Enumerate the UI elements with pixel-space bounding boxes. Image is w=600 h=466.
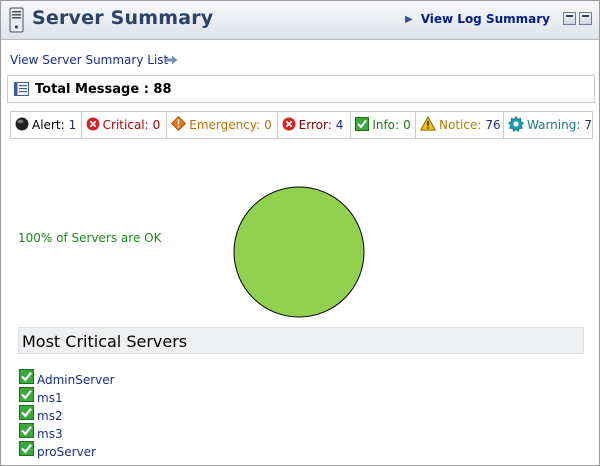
view-log-summary-link[interactable]: ▶ View Log Summary — [405, 12, 550, 26]
panel-header: Server Summary ▶ View Log Summary — [1, 1, 599, 40]
servers-ok-text: 100% of Servers are OK — [18, 231, 162, 245]
notice-icon — [419, 115, 437, 134]
maximize-button[interactable] — [579, 12, 592, 25]
server-link-ms2[interactable]: ms2 — [37, 409, 63, 423]
count-warning[interactable]: Warning: 7 — [504, 112, 592, 138]
list-icon — [14, 82, 29, 99]
server-link-ms1[interactable]: ms1 — [37, 391, 63, 405]
check-icon — [19, 423, 34, 441]
count-notice-value: 76 — [485, 118, 501, 132]
count-info-value: 0 — [403, 118, 411, 132]
minimize-button[interactable] — [563, 12, 576, 25]
view-server-summary-list-link[interactable]: View Server Summary List — [10, 53, 168, 67]
total-message-box: Total Message : 88 — [7, 75, 595, 103]
count-notice[interactable]: Notice: 76 — [416, 112, 504, 138]
count-critical-value: 0 — [152, 118, 161, 132]
count-critical-label: Critical: — [102, 118, 149, 132]
emergency-icon — [171, 115, 187, 134]
count-info[interactable]: Info: 0 — [351, 112, 416, 138]
check-icon — [19, 441, 34, 459]
check-icon — [19, 369, 34, 387]
page-title: Server Summary — [32, 7, 214, 29]
count-alert-label: Alert: — [32, 118, 65, 132]
pie-slice-ok — [233, 186, 365, 318]
error-icon — [282, 117, 296, 134]
count-error-value: 4 — [335, 118, 344, 132]
count-critical[interactable]: Critical: 0 — [82, 112, 168, 138]
arrow-right-icon[interactable] — [166, 54, 178, 68]
count-info-label: Info: — [372, 118, 400, 132]
count-emergency-value: 0 — [264, 118, 272, 132]
server-icon — [8, 7, 26, 36]
view-log-summary-label: View Log Summary — [420, 12, 550, 26]
triangle-right-icon: ▶ — [405, 14, 413, 25]
server-link-adminserver[interactable]: AdminServer — [37, 373, 115, 387]
check-icon — [19, 405, 34, 423]
most-critical-servers-header: Most Critical Servers — [18, 327, 584, 354]
total-message-label: Total Message : 88 — [35, 82, 172, 97]
maximize-icon — [582, 15, 589, 17]
count-alert[interactable]: Alert: 1 — [11, 112, 82, 138]
server-link-ms3[interactable]: ms3 — [37, 427, 63, 441]
server-summary-panel: Server Summary ▶ View Log Summary View Se… — [0, 0, 600, 466]
count-error[interactable]: Error: 4 — [278, 112, 352, 138]
count-notice-label: Notice: — [439, 118, 482, 132]
count-error-label: Error: — [298, 118, 332, 132]
critical-icon — [86, 117, 100, 134]
alert-icon — [15, 117, 29, 134]
warning-icon — [507, 115, 525, 135]
info-icon — [355, 116, 370, 134]
count-alert-value: 1 — [68, 118, 77, 132]
server-link-proserver[interactable]: proServer — [37, 445, 96, 459]
message-counts-bar: Alert: 1 Critical: 0 Emergency: 0 Error:… — [10, 111, 593, 139]
count-emergency[interactable]: Emergency: 0 — [167, 112, 278, 138]
most-critical-servers-title: Most Critical Servers — [22, 332, 188, 351]
check-icon — [19, 387, 34, 405]
minimize-icon — [566, 15, 573, 17]
count-warning-value: 7 — [584, 118, 593, 132]
count-warning-label: Warning: — [527, 118, 581, 132]
count-emergency-label: Emergency: — [189, 118, 261, 132]
